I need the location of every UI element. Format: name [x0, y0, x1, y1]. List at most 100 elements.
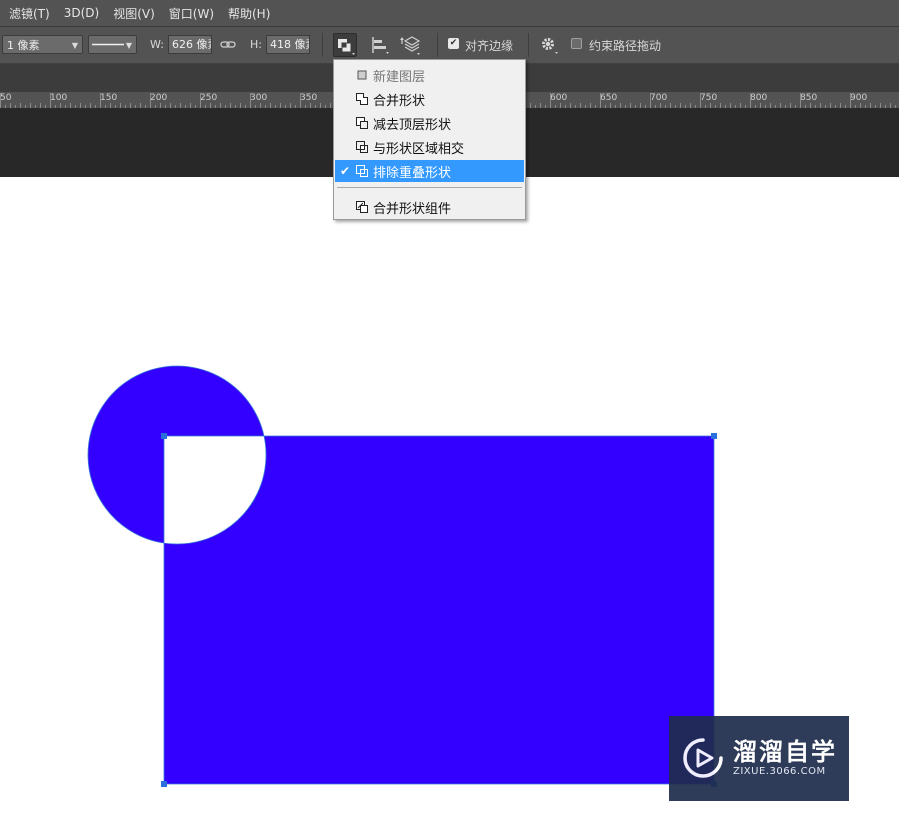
menu-item-combine-shapes[interactable]: 合并形状 [335, 88, 524, 110]
ruler-tick [585, 105, 586, 108]
ruler-tick [80, 103, 81, 108]
ruler-tick [185, 105, 186, 108]
anchor-point[interactable] [161, 781, 167, 787]
ruler-tick [765, 105, 766, 108]
ruler-tick [730, 103, 731, 108]
ruler-tick [745, 105, 746, 108]
ruler-tick [115, 105, 116, 108]
path-arrangement-button[interactable] [399, 33, 423, 57]
menu-item-label: 新建图层 [373, 69, 426, 85]
menu-divider [337, 187, 522, 188]
menu-item-new-layer[interactable]: 新建图层 [335, 64, 524, 86]
menu-window[interactable]: 窗口(W) [169, 5, 214, 22]
menu-filter[interactable]: 滤镜(T) [9, 5, 50, 22]
new-layer-icon [357, 70, 367, 80]
menu-bar: 滤镜(T) 3D(D) 视图(V) 窗口(W) 帮助(H) [0, 0, 899, 27]
menu-item-label: 排除重叠形状 [373, 165, 452, 181]
menu-item-intersect-shape-areas[interactable]: 与形状区域相交 [335, 136, 524, 158]
ruler-label: 50 [0, 93, 12, 103]
ruler-tick [300, 93, 301, 108]
menu-item-subtract-front-shape[interactable]: 减去顶层形状 [335, 112, 524, 134]
ruler-tick [750, 93, 751, 108]
ruler-tick [595, 105, 596, 108]
ruler-tick [755, 105, 756, 108]
ruler-tick [740, 103, 741, 108]
path-operations-button[interactable] [333, 33, 357, 57]
ruler-tick [295, 105, 296, 108]
exclude-overlap-shape[interactable] [87, 365, 715, 785]
stroke-width-value: 1 像素 [7, 39, 40, 52]
ruler-tick [100, 93, 101, 108]
ruler-tick [805, 105, 806, 108]
ruler-tick [655, 105, 656, 108]
ruler-tick [795, 105, 796, 108]
ruler-tick [555, 105, 556, 108]
anchor-point[interactable] [711, 433, 717, 439]
ruler-tick [275, 105, 276, 108]
ruler-tick [560, 103, 561, 108]
menu-item-merge-shape-components[interactable]: 合并形状组件 [335, 196, 524, 218]
constrain-path-checkbox[interactable] [571, 38, 582, 49]
watermark: 溜溜自学 ZIXUE.3066.COM [669, 716, 849, 801]
ruler-tick [875, 105, 876, 108]
ruler-tick [670, 103, 671, 108]
ruler-tick [230, 103, 231, 108]
ruler-tick [30, 103, 31, 108]
menu-item-exclude-overlapping-shapes[interactable]: ✔ 排除重叠形状 [335, 160, 524, 182]
ruler-tick [140, 103, 141, 108]
ruler-tick [160, 103, 161, 108]
ruler-tick [280, 103, 281, 108]
ruler-tick [780, 103, 781, 108]
ruler-label: 900 [850, 93, 868, 103]
ruler-tick [545, 105, 546, 108]
ruler-tick [155, 105, 156, 108]
ruler-tick [680, 103, 681, 108]
menu-3d[interactable]: 3D(D) [64, 6, 99, 20]
path-options-button[interactable] [537, 33, 561, 57]
ruler-tick [260, 103, 261, 108]
ruler-label: 800 [750, 93, 768, 103]
anchor-point[interactable] [161, 433, 167, 439]
width-input[interactable]: 626 像素 [168, 35, 212, 54]
path-alignment-button[interactable] [368, 33, 392, 57]
ruler-tick [225, 105, 226, 108]
ruler-tick [220, 103, 221, 108]
align-edges-checkbox[interactable]: ✔ [448, 38, 459, 49]
ruler-tick [645, 105, 646, 108]
ruler-tick [865, 105, 866, 108]
ruler-tick [15, 105, 16, 108]
menu-item-label: 合并形状 [373, 93, 426, 109]
ruler-tick [720, 103, 721, 108]
ruler-tick [125, 105, 126, 108]
ruler-tick [110, 103, 111, 108]
ruler-tick [850, 93, 851, 108]
ruler-tick [660, 103, 661, 108]
ruler-tick [695, 105, 696, 108]
ruler-tick [170, 103, 171, 108]
ruler-label: 650 [600, 93, 618, 103]
ruler-tick [835, 105, 836, 108]
play-logo-icon [683, 738, 723, 778]
ruler-tick [290, 103, 291, 108]
watermark-title: 溜溜自学 [733, 738, 837, 766]
ruler-tick [625, 105, 626, 108]
height-input[interactable]: 418 像素 [266, 35, 310, 54]
ruler-label: 600 [550, 93, 568, 103]
merge-shape-components-icon [356, 201, 368, 213]
toolbar-divider [528, 33, 529, 57]
ruler-tick [330, 103, 331, 108]
ruler-tick [55, 105, 56, 108]
ruler-tick [785, 105, 786, 108]
menu-help[interactable]: 帮助(H) [228, 5, 270, 22]
stroke-width-select[interactable]: 1 像素 ▼ [2, 35, 83, 54]
ruler-tick [255, 105, 256, 108]
ruler-tick [825, 105, 826, 108]
ruler-tick [85, 105, 86, 108]
link-icon[interactable] [217, 33, 239, 57]
solid-line-icon [92, 43, 124, 46]
ruler-tick [590, 103, 591, 108]
ruler-label: 200 [150, 93, 168, 103]
stroke-type-select[interactable]: ▼ [88, 35, 137, 54]
menu-view[interactable]: 视图(V) [113, 5, 155, 22]
menu-item-label: 合并形状组件 [373, 201, 452, 217]
